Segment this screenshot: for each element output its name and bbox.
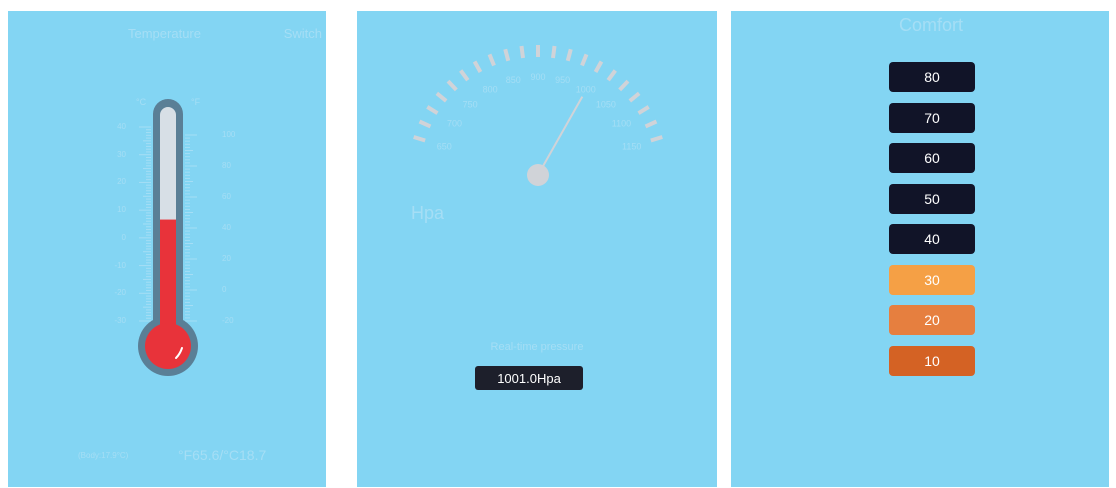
comfort-panel: Comfort 80 70 60 50 40 30 20 10 <box>731 11 1109 487</box>
comfort-level-20: 20 <box>889 305 975 335</box>
gauge-tick <box>487 53 496 67</box>
gauge-tick <box>644 119 658 129</box>
pressure-value-display: 1001.0Hpa <box>475 366 583 390</box>
gauge-tick <box>503 48 511 62</box>
gauge-tick <box>459 69 470 82</box>
gauge-scale-label: 1050 <box>596 99 616 109</box>
fahrenheit-scale-label: -20 <box>222 316 234 325</box>
gauge-needle <box>537 96 584 176</box>
fahrenheit-scale-label: 0 <box>222 285 227 294</box>
fahrenheit-scale-label: 80 <box>222 161 231 170</box>
gauge-tick <box>446 79 458 92</box>
comfort-level-10: 10 <box>889 346 975 376</box>
mercury-bulb <box>145 323 191 369</box>
celsius-scale-label: -30 <box>114 316 126 325</box>
gauge-scale-label: 800 <box>483 84 498 94</box>
realtime-pressure-caption: Real-time pressure <box>490 341 584 353</box>
pressure-panel: 650 700 750 800 850 900 950 1000 1050 1100 1150 Hp… <box>357 11 717 487</box>
fahrenheit-scale-label: 60 <box>222 192 231 201</box>
celsius-scale-label: 20 <box>117 177 126 187</box>
gauge-tick <box>426 105 439 115</box>
celsius-scale-label: 30 <box>117 149 126 159</box>
gauge-scale-label: 750 <box>463 99 478 109</box>
comfort-level-30: 30 <box>889 265 975 295</box>
temperature-reading: °F65.6/°C18.7 <box>178 447 267 463</box>
fahrenheit-scale-label: 100 <box>222 130 236 139</box>
pressure-gauge: 650 700750 800 850 900 950 10001050 1100 1150 <box>413 45 663 186</box>
comfort-level-70: 70 <box>889 103 975 133</box>
gauge-scale-label: 850 <box>506 75 521 85</box>
gauge-hub <box>527 164 549 186</box>
gauge-tick <box>413 135 426 143</box>
gauge-tick <box>472 60 483 73</box>
gauge-tick <box>637 105 650 115</box>
gauge-tick <box>650 135 663 143</box>
celsius-scale-label: 40 <box>117 122 126 131</box>
comfort-level-50: 50 <box>889 184 975 214</box>
gauge-scale-label: 950 <box>555 75 570 85</box>
gauge-tick <box>593 60 604 73</box>
gauge-scale-label: 1000 <box>576 84 596 94</box>
gauge-scale-labels: 650 700750 800 850 900 950 10001050 1100 1150 <box>437 72 642 151</box>
gauge-scale-label: 1100 <box>612 119 631 129</box>
celsius-scale-label: 10 <box>117 205 126 215</box>
gauge-scale-label: 700 <box>447 119 462 129</box>
comfort-level-40: 40 <box>889 224 975 254</box>
fahrenheit-tick-marks <box>185 134 197 322</box>
gauge-tick <box>519 45 525 59</box>
gauge-tick <box>565 48 573 62</box>
gauge-tick <box>580 53 589 67</box>
celsius-scale-label: -10 <box>114 260 126 270</box>
celsius-scale-label: 0 <box>121 232 126 242</box>
gauge-scale-label: 650 <box>437 141 452 151</box>
gauge-scale-label: 900 <box>530 72 545 82</box>
comfort-level-80: 80 <box>889 62 975 92</box>
gauge-tick <box>628 91 641 103</box>
gauge-tick <box>618 79 630 92</box>
celsius-tick-marks <box>139 126 151 322</box>
gauge-tick <box>418 119 432 129</box>
temperature-panel: Temperature Switch °C °F 40 30 20 10 0 -10 -20… <box>8 11 326 487</box>
gauge-tick <box>606 69 617 82</box>
body-temperature-label: (Body:17.9°C) <box>78 451 129 460</box>
gauge-tick <box>551 45 557 59</box>
gauge-scale-label: 1150 <box>622 141 641 151</box>
gauge-tick <box>435 91 448 103</box>
comfort-title: Comfort <box>898 15 963 35</box>
comfort-level-60: 60 <box>889 143 975 173</box>
pressure-unit-label: Hpa <box>411 203 445 223</box>
celsius-scale-label: -20 <box>114 288 126 298</box>
fahrenheit-scale-label: 40 <box>222 223 231 232</box>
fahrenheit-scale-label: 20 <box>222 254 231 263</box>
thermometer-graphic <box>138 99 198 376</box>
